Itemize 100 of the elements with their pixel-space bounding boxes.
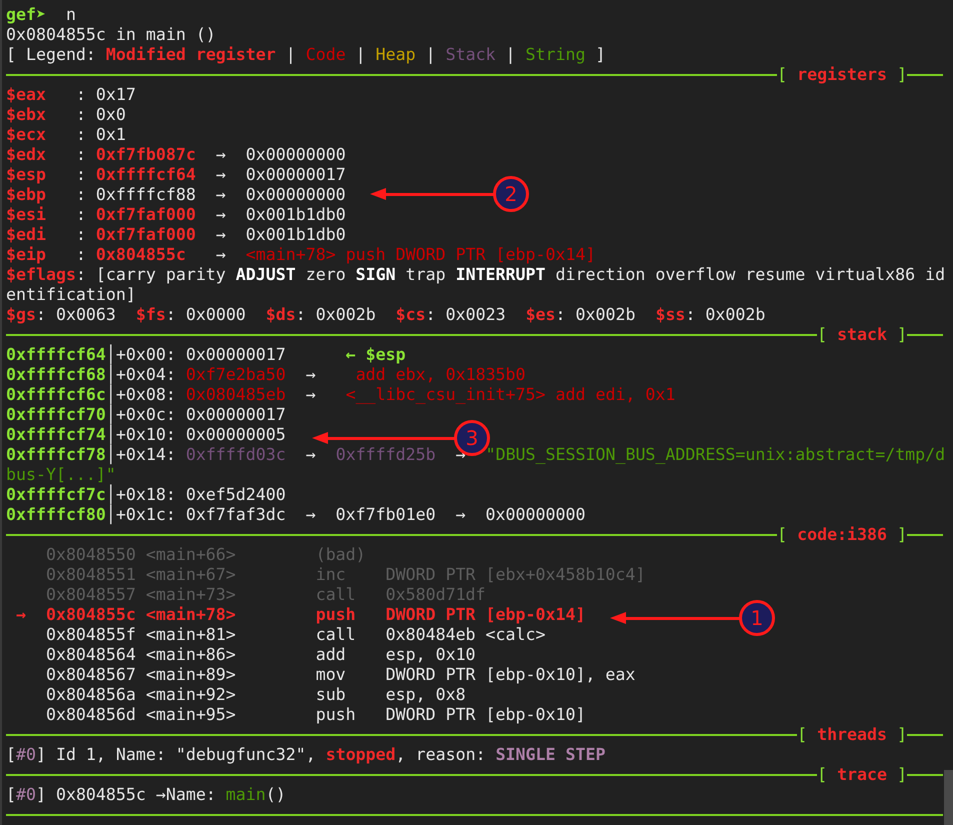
terminal-text: → 0x001b1db0 [214, 225, 346, 245]
terminal-text: ADJUST [234, 265, 296, 285]
terminal-text: : [74, 245, 86, 265]
terminal-text: Code [304, 45, 346, 65]
terminal-text: | [504, 45, 516, 65]
terminal-text: 0xffffcf6c [6, 385, 106, 405]
section-bracket: [ [817, 765, 828, 785]
terminal-text: : 0x0023 [426, 305, 507, 325]
terminal-text: → [214, 245, 226, 265]
terminal-text: → [304, 365, 316, 385]
terminal-text: $gs [6, 305, 36, 325]
terminal-text: : [74, 145, 86, 165]
terminal-text: 0xffffd25b [334, 445, 436, 465]
terminal-text: | [284, 45, 296, 65]
terminal-text: 0xffffcf64 [94, 165, 196, 185]
terminal-text: 0xffffcf78 [6, 445, 106, 465]
section-title: code:i386 [797, 525, 888, 545]
terminal-text: 0xf7faf000 [94, 205, 196, 225]
terminal-text: $ds [266, 305, 296, 325]
terminal-text: 0x804855c [94, 245, 186, 265]
terminal-text: SINGLE STEP [494, 745, 606, 765]
terminal-text: : [carry parity [76, 265, 226, 285]
terminal-text: │+0x0c: 0x00000017 [106, 405, 286, 424]
section-bracket: ] [896, 725, 907, 745]
terminal-text: 0x080485eb [184, 385, 286, 405]
terminal-text: 0xf7fb087c [94, 145, 196, 165]
terminal-text: 0xffffcf80 [6, 505, 106, 525]
terminal-text: $edx [6, 145, 46, 165]
terminal-text: → [304, 385, 316, 405]
terminal-text: Stack [444, 45, 496, 65]
terminal-text: │+0x14: [106, 445, 176, 465]
terminal-text: [ [6, 745, 16, 765]
section-bracket: ] [896, 525, 907, 545]
terminal-text: │+0x1c: 0xf7faf3dc → 0xf7fb01e0 → 0x00000000 [106, 505, 586, 525]
terminal-text: → 0x00000017 [214, 165, 346, 185]
terminal-text: ] 0x804855c →Name: [36, 785, 216, 805]
terminal-text: trap [404, 265, 446, 285]
terminal-text: direction overflow resume virtualx86 id [554, 265, 946, 285]
terminal-text: : 0x002b [685, 305, 766, 325]
terminal-text: 0xf7e2ba50 [184, 365, 286, 385]
terminal-text: 0x8048551 <main+67> inc DWORD PTR [ebx+0x458b10c4] [44, 565, 646, 585]
terminal-text: ] [594, 45, 606, 65]
terminal-text: : [74, 205, 86, 225]
terminal-text: 0xffffcf70 [6, 405, 106, 425]
terminal-text: 0xf7faf000 [94, 225, 196, 245]
section-title: threads [817, 725, 888, 745]
section-bracket: ] [896, 765, 907, 785]
terminal-text: : [74, 165, 86, 185]
terminal-text: <main+78> push DWORD PTR [ebp-0x14] [244, 245, 596, 265]
terminal-text: $es [526, 305, 556, 325]
terminal-text: stopped [324, 745, 396, 765]
terminal-text: $ecx [6, 125, 46, 145]
terminal-text: → 0x001b1db0 [214, 205, 346, 225]
terminal-text: : 0x0 [74, 105, 126, 125]
terminal-text: main [224, 785, 266, 805]
terminal-text: INTERRUPT [454, 265, 546, 285]
terminal-text: | [424, 45, 436, 65]
terminal-text: : [74, 225, 86, 245]
terminal-text: 0x8048550 <main+66> (bad) [44, 545, 366, 565]
terminal-text: 0x8048557 <main+73> call 0x580d71df [44, 585, 486, 605]
terminal-text: n [64, 5, 76, 25]
section-bracket: [ [777, 65, 788, 85]
section-title: registers [797, 65, 888, 85]
terminal-text: : 0x17 [74, 85, 136, 105]
terminal-text: → [304, 445, 316, 465]
section-bracket: ] [896, 325, 907, 345]
terminal-text: | [354, 45, 366, 65]
terminal-text: 0xffffcf64 [6, 345, 106, 365]
terminal-text: → 0x804855c <main+78> push DWORD PTR [ebp-0x14] [14, 605, 586, 625]
section-title: trace [837, 765, 888, 785]
terminal-text: $ebp [6, 185, 46, 205]
terminal-text: : 0x0063 [36, 305, 117, 325]
terminal-text: │+0x04: [106, 365, 176, 384]
terminal-text: : 0xffffcf88 → 0x00000000 [74, 185, 346, 205]
terminal-text: : 0x002b [296, 305, 377, 325]
scrollbar-thumb[interactable] [944, 770, 953, 825]
terminal-text: $ss [655, 305, 686, 325]
terminal-text: $edi [6, 225, 46, 245]
terminal-text: │+0x10: 0x00000005 [106, 425, 286, 444]
section-bracket: [ [797, 725, 808, 745]
terminal-text: 0xffffcf7c [6, 485, 106, 505]
terminal-text: $fs [136, 305, 166, 325]
terminal-text: $eax [6, 85, 46, 105]
terminal-text: [ Legend: [6, 45, 96, 65]
terminal-text: SIGN [354, 265, 396, 285]
terminal-text: bus-Y[...]" [6, 465, 116, 484]
terminal-text: │+0x00: 0x00000017 [106, 345, 287, 364]
terminal-text: : 0x0000 [166, 305, 247, 325]
terminal-text: $eip [6, 245, 46, 265]
section-bracket: ] [896, 65, 907, 85]
terminal-text: #0 [16, 785, 36, 805]
terminal-text: 0x0804855c in main () [6, 25, 216, 45]
terminal-text: 0xffffd03c [184, 445, 286, 465]
terminal-text: $cs [396, 305, 426, 325]
section-bracket: [ [777, 525, 788, 545]
terminal-text: : 0x002b [556, 305, 636, 325]
terminal-text: () [266, 785, 286, 805]
terminal-text: add ebx, 0x1835b0 [354, 365, 526, 385]
terminal-text: String [524, 45, 586, 65]
terminal-text: ← $esp [344, 345, 406, 365]
